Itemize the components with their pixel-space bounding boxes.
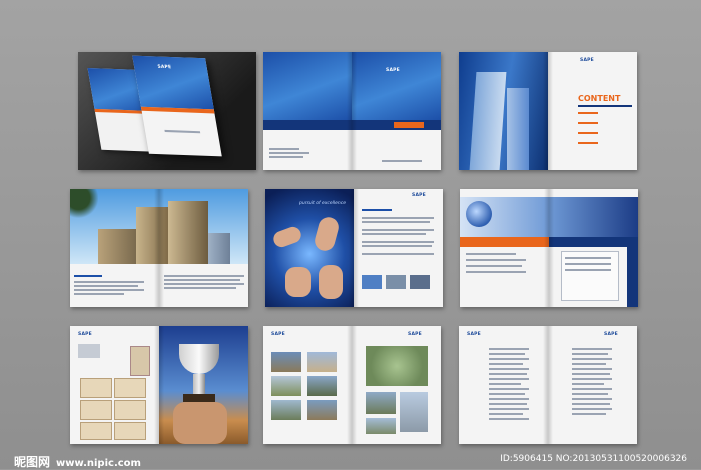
- spread8-logo: SAPE: [271, 332, 285, 337]
- brochure-spread-globe: [460, 189, 638, 307]
- spread8b-logo: SAPE: [408, 332, 422, 337]
- brochure-spread-contents: SAPE CONTENT: [459, 52, 637, 170]
- brochure-cover-mockup: SAPE: [78, 52, 256, 170]
- watermark-site: 昵图网 www.nipic.com: [14, 453, 141, 470]
- cover-logo: SAPE: [157, 64, 172, 71]
- spread9b-logo: SAPE: [604, 332, 618, 337]
- pursuit-title: pursuit of excellence: [299, 201, 347, 206]
- brochure-spread-projects: SAPE SAPE: [263, 326, 441, 444]
- spread3-logo: SAPE: [580, 58, 594, 63]
- brochure-spread-list: SAPE SAPE: [459, 326, 637, 444]
- watermark-bar: 昵图网 www.nipic.com ID:5906415 NO:201305311…: [0, 447, 701, 469]
- spread9-logo: SAPE: [467, 332, 481, 337]
- spread5-logo: SAPE: [412, 193, 426, 198]
- watermark-site-url: www.nipic.com: [56, 458, 141, 469]
- watermark-id: ID:5906415 NO:20130531100520006326: [500, 454, 687, 464]
- spread2-logo: SAPE: [386, 68, 400, 73]
- brochure-spread-buildings: [70, 189, 248, 307]
- brochure-spread-trophy: SAPE: [70, 326, 248, 444]
- contents-title: CONTENT: [578, 94, 621, 103]
- watermark-site-name: 昵图网: [14, 455, 51, 469]
- brochure-spread-cover: SAPE: [263, 52, 441, 170]
- spread7-logo: SAPE: [78, 332, 92, 337]
- brochure-spread-pursuit: pursuit of excellence SAPE: [265, 189, 443, 307]
